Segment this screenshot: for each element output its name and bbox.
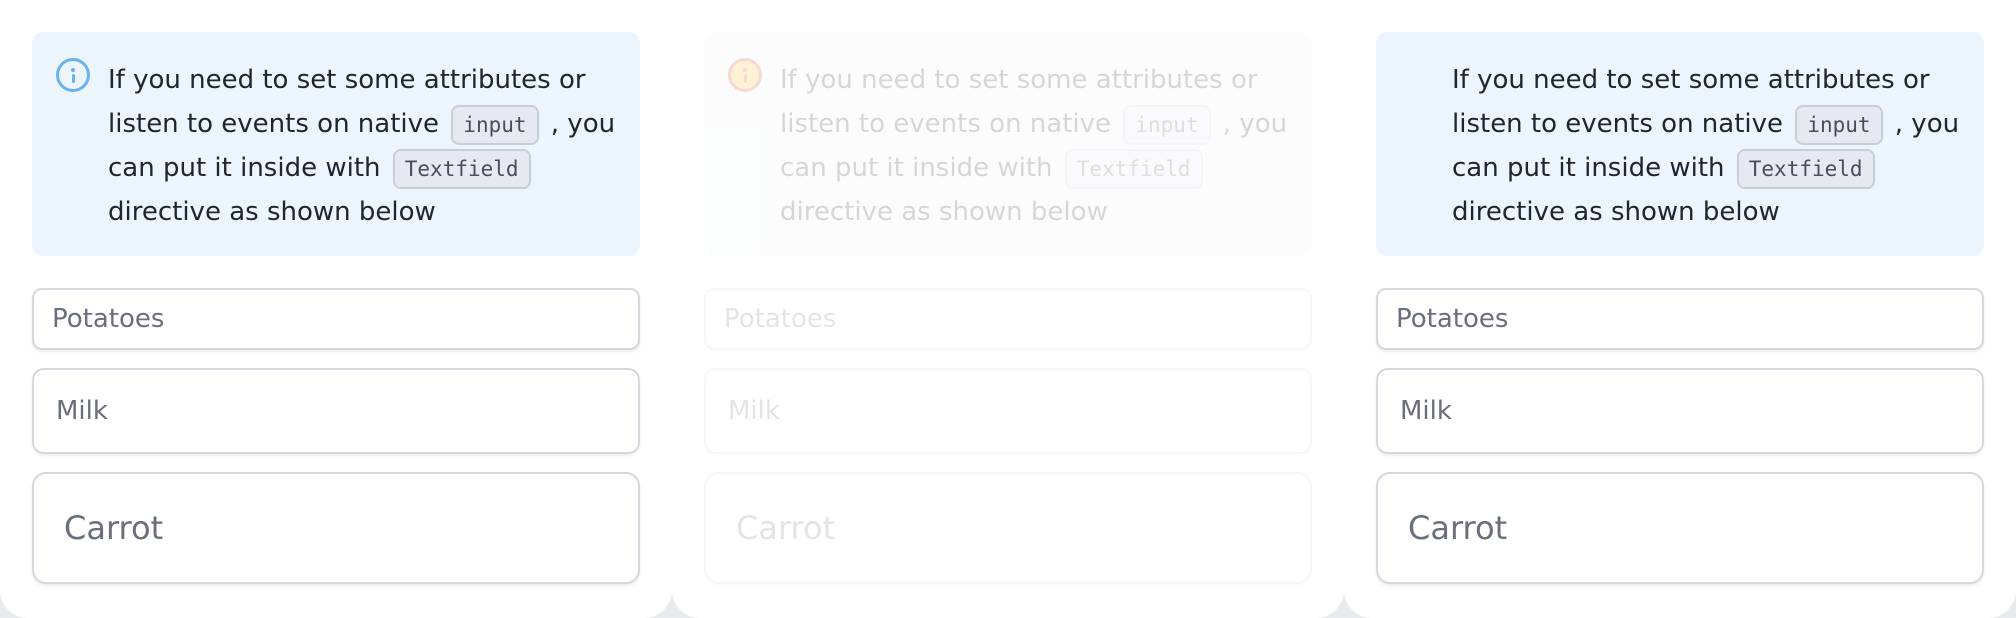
alert-message: If you need to set some attributes or li… (780, 58, 1288, 234)
code-textfield: Textfield (1064, 148, 1203, 189)
textfield-medium[interactable]: Milk (32, 368, 640, 454)
alert-line: , you (1222, 109, 1288, 139)
textfield-medium: Milk (704, 368, 1312, 454)
alert-line: directive as shown below (1452, 197, 1780, 227)
alert-line: listen to events on native (1452, 109, 1784, 139)
alert-line: If you need to set some attributes or (1452, 65, 1930, 95)
field-value: Milk (728, 396, 780, 426)
info-alert: If you need to set some attributes or li… (32, 32, 640, 256)
warning-circle-icon (728, 58, 762, 92)
textfield-small: Potatoes (704, 288, 1312, 350)
textfield-small[interactable]: Potatoes (32, 288, 640, 350)
alert-line: listen to events on native (780, 109, 1112, 139)
alert-line: If you need to set some attributes or (108, 65, 586, 95)
panel-disabled: If you need to set some attributes or li… (672, 0, 1344, 618)
textfield-large[interactable]: Carrot (1376, 472, 1984, 584)
alert-line: , you (1894, 109, 1960, 139)
info-circle-icon (56, 58, 90, 92)
textfield-large[interactable]: Carrot (32, 472, 640, 584)
plain-alert: If you need to set some attributes or li… (1376, 32, 1984, 256)
alert-line: If you need to set some attributes or (780, 65, 1258, 95)
warning-alert: If you need to set some attributes or li… (704, 32, 1312, 256)
field-value: Potatoes (1396, 304, 1509, 334)
field-value: Carrot (1408, 509, 1508, 547)
field-value: Milk (56, 396, 108, 426)
code-textfield: Textfield (392, 148, 531, 189)
alert-line: directive as shown below (108, 197, 436, 227)
field-value: Carrot (64, 509, 164, 547)
alert-line: can put it inside with (780, 153, 1053, 183)
alert-line: can put it inside with (1452, 153, 1725, 183)
field-value: Milk (1400, 396, 1452, 426)
alert-line: can put it inside with (108, 153, 381, 183)
textfield-large: Carrot (704, 472, 1312, 584)
alert-line: directive as shown below (780, 197, 1108, 227)
panel-no-icon: If you need to set some attributes or li… (1344, 0, 2016, 618)
alert-message: If you need to set some attributes or li… (108, 58, 616, 234)
field-value: Potatoes (724, 304, 837, 334)
textfield-small[interactable]: Potatoes (1376, 288, 1984, 350)
field-value: Potatoes (52, 304, 165, 334)
panel-info: If you need to set some attributes or li… (0, 0, 672, 618)
code-input: input (451, 104, 539, 145)
alert-line: listen to events on native (108, 109, 440, 139)
field-value: Carrot (736, 509, 836, 547)
textfield-medium[interactable]: Milk (1376, 368, 1984, 454)
code-textfield: Textfield (1736, 148, 1875, 189)
alert-message: If you need to set some attributes or li… (1452, 58, 1960, 234)
alert-line: , you (550, 109, 616, 139)
code-input: input (1795, 104, 1883, 145)
code-input: input (1123, 104, 1211, 145)
